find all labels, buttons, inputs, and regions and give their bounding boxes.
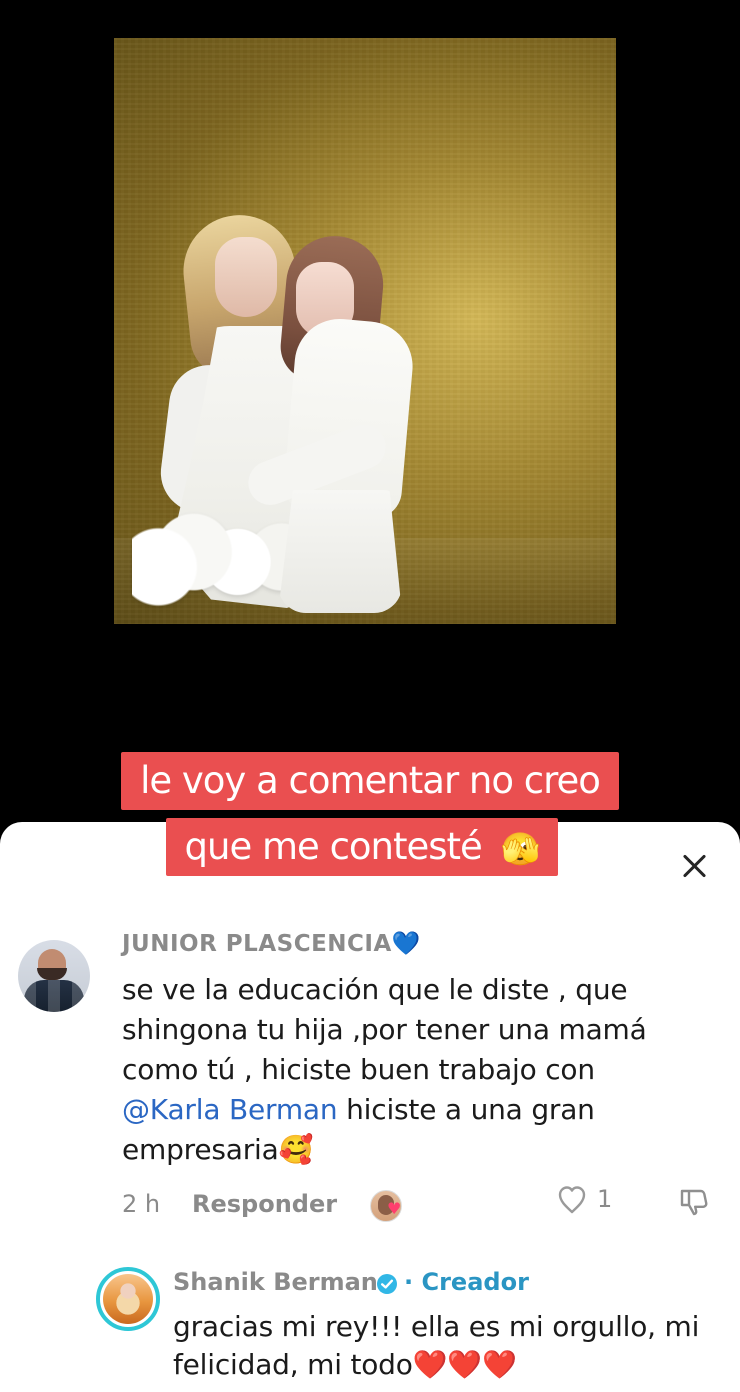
- comment-time: 2 h: [122, 1190, 161, 1218]
- creator-avatar-image: [103, 1274, 153, 1324]
- video-caption-line-1: le voy a comentar no creo: [0, 752, 740, 810]
- creator-liked-heart-icon: ♥: [387, 1199, 402, 1218]
- like-count: 1: [597, 1185, 613, 1213]
- reply-text: gracias mi rey!!! ella es mi orgullo, mi…: [173, 1310, 700, 1381]
- person-right-skirt: [278, 490, 402, 613]
- caption-line-1-text: le voy a comentar no creo: [140, 759, 601, 802]
- caption-line-2-box: que me contesté 🫣: [165, 818, 559, 876]
- verified-badge-icon: [377, 1274, 397, 1294]
- commenter-name[interactable]: JUNIOR PLASCENCIA💙: [122, 930, 421, 957]
- close-icon[interactable]: [678, 850, 710, 882]
- caption-line-1-box: le voy a comentar no creo: [121, 752, 619, 810]
- creator-avatar[interactable]: [96, 1267, 160, 1331]
- caption-line-2-text: que me contesté: [184, 825, 483, 868]
- post-photo: [114, 38, 616, 624]
- reply-button[interactable]: Responder: [192, 1190, 337, 1218]
- comment-mention[interactable]: @Karla Berman: [122, 1093, 338, 1126]
- heart-outline-icon[interactable]: [555, 1183, 589, 1217]
- avatar-shirt: [24, 980, 84, 1012]
- avatar-beard: [37, 968, 67, 980]
- creator-name[interactable]: Shanik Berman: [173, 1268, 378, 1296]
- commenter-avatar[interactable]: [18, 940, 90, 1012]
- person-left-face: [215, 237, 277, 317]
- comment-text-part-1: se ve la educación que le diste , que sh…: [122, 973, 647, 1086]
- video-caption-line-2: que me contesté 🫣: [0, 818, 732, 876]
- creator-badge: · Creador: [404, 1268, 529, 1296]
- thumbs-down-icon[interactable]: [676, 1184, 712, 1218]
- caption-emoji: 🫣: [500, 830, 541, 868]
- comment-text: se ve la educación que le diste , que sh…: [122, 970, 697, 1170]
